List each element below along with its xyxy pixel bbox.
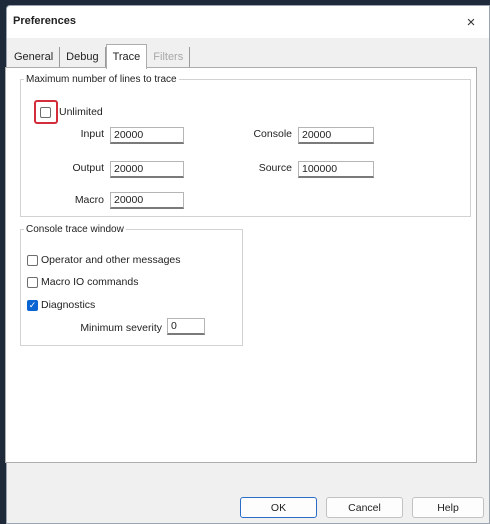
tab-general[interactable]: General	[8, 47, 61, 67]
ok-button[interactable]: OK	[240, 497, 317, 518]
cancel-button[interactable]: Cancel	[326, 497, 403, 518]
dialog-title: Preferences	[13, 15, 76, 27]
macro-io-checkbox-row[interactable]: Macro IO commands	[27, 276, 138, 288]
output-lines-field[interactable]	[110, 161, 184, 178]
console-trace-legend: Console trace window	[26, 224, 124, 235]
input-label: Input	[80, 128, 104, 140]
diagnostics-checkbox[interactable]: ✓	[27, 299, 38, 311]
tab-debug[interactable]: Debug	[60, 47, 106, 67]
macro-lines-field[interactable]	[110, 192, 184, 209]
unlimited-highlight-box	[34, 100, 58, 124]
severity-label: Minimum severity	[80, 322, 162, 334]
diagnostics-checkbox-row[interactable]: ✓ Diagnostics	[27, 299, 95, 311]
diagnostics-label: Diagnostics	[41, 299, 96, 311]
title-bar: Preferences ×	[7, 6, 489, 38]
source-label: Source	[258, 162, 292, 174]
severity-field[interactable]	[167, 318, 205, 335]
operator-label: Operator and other messages	[41, 254, 181, 266]
max-lines-legend: Maximum number of lines to trace	[26, 74, 177, 85]
unlimited-label: Unlimited	[59, 106, 103, 118]
tab-strip: General Debug Trace Filters	[8, 44, 191, 69]
output-label: Output	[72, 162, 104, 174]
console-label: Console	[253, 128, 292, 140]
operator-checkbox-row[interactable]: Operator and other messages	[27, 254, 181, 266]
tab-filters: Filters	[147, 47, 191, 67]
tab-trace[interactable]: Trace	[105, 44, 148, 69]
macro-io-label: Macro IO commands	[41, 276, 139, 288]
operator-checkbox[interactable]	[27, 254, 38, 266]
console-lines-field[interactable]	[298, 127, 374, 144]
input-lines-field[interactable]	[110, 127, 184, 144]
help-button[interactable]: Help	[412, 497, 484, 518]
macro-label: Macro	[74, 194, 104, 206]
macro-io-checkbox[interactable]	[27, 276, 38, 288]
close-icon[interactable]: ×	[453, 6, 489, 38]
source-lines-field[interactable]	[298, 161, 374, 178]
